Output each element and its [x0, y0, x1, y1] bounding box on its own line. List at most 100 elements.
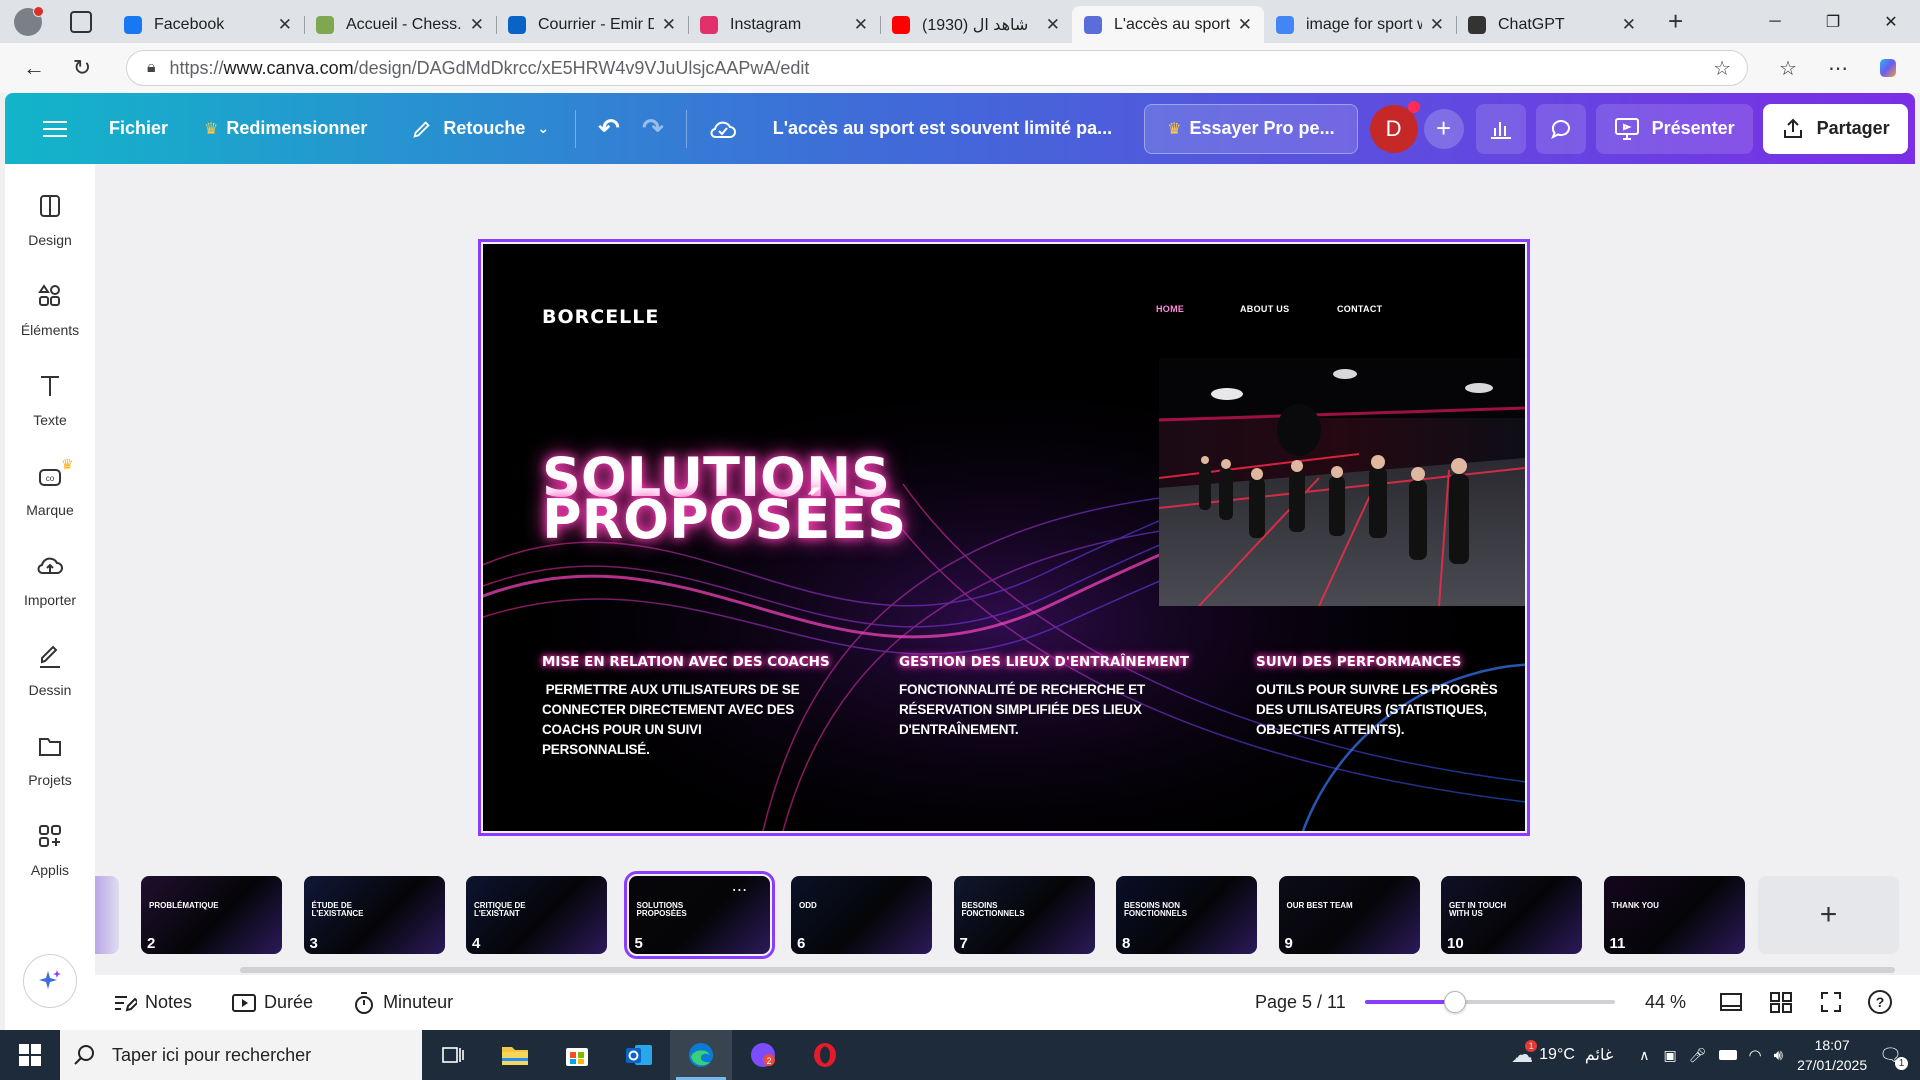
close-tab-icon[interactable]: ✕: [1046, 15, 1060, 35]
page-thumbnail[interactable]: ODD 6: [791, 876, 932, 954]
page-thumbnail[interactable]: BESOINS FONCTIONNELS 7: [953, 876, 1095, 954]
close-tab-icon[interactable]: ✕: [1430, 15, 1444, 35]
file-explorer-icon[interactable]: [484, 1030, 546, 1080]
document-title[interactable]: L'accès au sport est souvent limité pa..…: [773, 118, 1112, 139]
timer-button[interactable]: Minuteur: [353, 991, 453, 1015]
windows-start-icon[interactable]: [0, 1030, 60, 1080]
close-tab-icon[interactable]: ✕: [470, 15, 484, 35]
taskbar-clock[interactable]: 18:07 27/01/2025: [1797, 1035, 1867, 1075]
browser-tab[interactable]: Accueil - Chess.com ✕: [304, 6, 496, 43]
add-collaborator-button[interactable]: +: [1423, 108, 1464, 149]
edge-browser-icon[interactable]: [670, 1030, 732, 1080]
add-page-button[interactable]: +: [1758, 876, 1899, 954]
restore-button[interactable]: ❐: [1804, 0, 1862, 43]
back-button[interactable]: ←: [14, 48, 54, 88]
grid-view-icon[interactable]: [1768, 989, 1796, 1017]
thumbnail-more-icon[interactable]: ⋯: [732, 880, 748, 900]
thumbnail-1-partial[interactable]: [95, 876, 119, 954]
page-thumbnail[interactable]: GET IN TOUCH WITH US 10: [1441, 876, 1582, 954]
microphone-icon[interactable]: 🎤︎: [1689, 1047, 1707, 1064]
opera-browser-icon[interactable]: [794, 1030, 856, 1080]
fit-view-icon[interactable]: [1718, 989, 1746, 1017]
zoom-level[interactable]: 44 %: [1645, 992, 1686, 1013]
page-thumbnail[interactable]: PROBLÉMATIQUE 2: [141, 876, 282, 954]
thumbnail-scrollbar[interactable]: [240, 967, 1895, 973]
reload-button[interactable]: ↻: [62, 48, 102, 88]
browser-tab[interactable]: L'accès au sport e... ✕: [1072, 6, 1264, 43]
browser-tab[interactable]: image for sport w... ✕: [1264, 6, 1456, 43]
outlook-icon[interactable]: [608, 1030, 670, 1080]
zoom-slider[interactable]: [1365, 991, 1615, 1013]
battery-icon[interactable]: [1718, 1050, 1737, 1060]
resize-button[interactable]: ♛ Redimensionner: [204, 118, 367, 139]
edit-mode-button[interactable]: Retouche ⌄: [411, 118, 549, 140]
insights-button[interactable]: [1475, 103, 1526, 154]
volume-icon[interactable]: 🔊︎: [1774, 1047, 1783, 1064]
sidebar-item-upload-cloud[interactable]: Importer: [5, 552, 95, 608]
redo-button[interactable]: ↷: [642, 113, 664, 144]
page-thumbnail[interactable]: CRITIQUE DE L'EXISTANT 4: [466, 876, 607, 954]
show-hidden-icons-chevron[interactable]: ∧: [1639, 1047, 1649, 1064]
page-thumbnail[interactable]: ÉTUDE DE L'EXISTANCE 3: [303, 876, 445, 954]
instagram-icon: [700, 15, 718, 34]
present-button[interactable]: Présenter: [1595, 103, 1753, 154]
sidebar-item-draw[interactable]: Dessin: [5, 642, 95, 698]
meet-now-icon[interactable]: ▣: [1664, 1047, 1677, 1064]
wifi-icon[interactable]: ◠: [1749, 1046, 1762, 1064]
help-icon[interactable]: ?: [1867, 989, 1895, 1017]
more-menu-icon[interactable]: ⋯: [1818, 48, 1858, 88]
sidebar-item-brand[interactable]: ♛ co Marque: [5, 456, 95, 518]
messenger-app-icon[interactable]: 2: [732, 1030, 794, 1080]
tab-actions-icon[interactable]: [70, 10, 92, 33]
sidebar-item-elements[interactable]: Éléments: [5, 282, 95, 338]
microsoft-store-icon[interactable]: [546, 1030, 608, 1080]
zoom-slider-handle[interactable]: [1444, 991, 1466, 1013]
profile-avatar[interactable]: [14, 5, 44, 36]
slide-nav-home: HOME: [1156, 304, 1185, 314]
notes-button[interactable]: Notes: [113, 992, 192, 1014]
fullscreen-icon[interactable]: [1818, 989, 1846, 1017]
taskbar-search[interactable]: Taper ici pour rechercher: [60, 1030, 422, 1080]
url-field[interactable]: 🔒︎ https://www.canva.com/design/DAGdMdDk…: [126, 50, 1748, 86]
browser-tab[interactable]: ChatGPT ✕: [1456, 6, 1648, 43]
slide-5[interactable]: BORCELLE HOME ABOUT US CONTACT SOLUTIONS…: [478, 239, 1530, 836]
share-button[interactable]: Partager: [1762, 103, 1908, 154]
favorites-icon[interactable]: ☆: [1768, 48, 1808, 88]
close-tab-icon[interactable]: ✕: [1238, 15, 1252, 35]
task-view-icon[interactable]: [422, 1030, 484, 1080]
magic-sparkle-icon[interactable]: [23, 954, 77, 1008]
sidebar-item-text[interactable]: Texte: [5, 372, 95, 428]
browser-tab[interactable]: (1930) شاهد ال ✕: [880, 6, 1072, 43]
page-thumbnail[interactable]: SOLUTIONS PROPOSÉES 5 ⋯: [623, 871, 775, 959]
page-thumbnail[interactable]: OUR BEST TEAM 9: [1278, 876, 1420, 954]
copilot-icon[interactable]: [1868, 48, 1908, 88]
page-thumbnail[interactable]: THANK YOU 11: [1603, 876, 1745, 954]
browser-tab[interactable]: Facebook ✕: [112, 6, 304, 43]
comments-button[interactable]: [1535, 103, 1586, 154]
favorite-star-icon[interactable]: ☆: [1713, 56, 1731, 81]
browser-tab[interactable]: Instagram ✕: [688, 6, 880, 43]
duration-button[interactable]: Durée: [232, 992, 313, 1013]
file-menu[interactable]: Fichier: [109, 118, 168, 139]
close-tab-icon[interactable]: ✕: [1622, 15, 1636, 35]
user-avatar[interactable]: D: [1369, 100, 1420, 153]
sidebar-item-apps[interactable]: Applis: [5, 822, 95, 878]
sidebar-item-design[interactable]: Design: [5, 192, 95, 248]
try-pro-button[interactable]: ♛ Essayer Pro pe...: [1144, 103, 1358, 154]
close-window-button[interactable]: ✕: [1862, 0, 1920, 43]
notifications-icon[interactable]: 🗨︎ 1: [1879, 1045, 1908, 1070]
minimize-button[interactable]: ─: [1746, 0, 1804, 43]
close-tab-icon[interactable]: ✕: [662, 15, 676, 35]
page-thumbnail[interactable]: BESOINS NON FONCTIONNELS 8: [1116, 876, 1257, 954]
main-menu-icon[interactable]: [43, 116, 67, 142]
sidebar-item-folder[interactable]: Projets: [5, 732, 95, 788]
weather-temperature[interactable]: 19°C: [1539, 1046, 1575, 1064]
page-indicator[interactable]: Page 5 / 11: [1255, 992, 1346, 1013]
undo-button[interactable]: ↶: [598, 113, 620, 144]
cloud-saved-icon[interactable]: [709, 118, 737, 140]
weather-cloud-icon[interactable]: ☁ 1: [1511, 1040, 1538, 1068]
close-tab-icon[interactable]: ✕: [278, 15, 292, 35]
close-tab-icon[interactable]: ✕: [854, 15, 868, 35]
new-tab-button[interactable]: +: [1668, 0, 1683, 43]
browser-tab[interactable]: Courrier - Emir D... ✕: [496, 6, 688, 43]
